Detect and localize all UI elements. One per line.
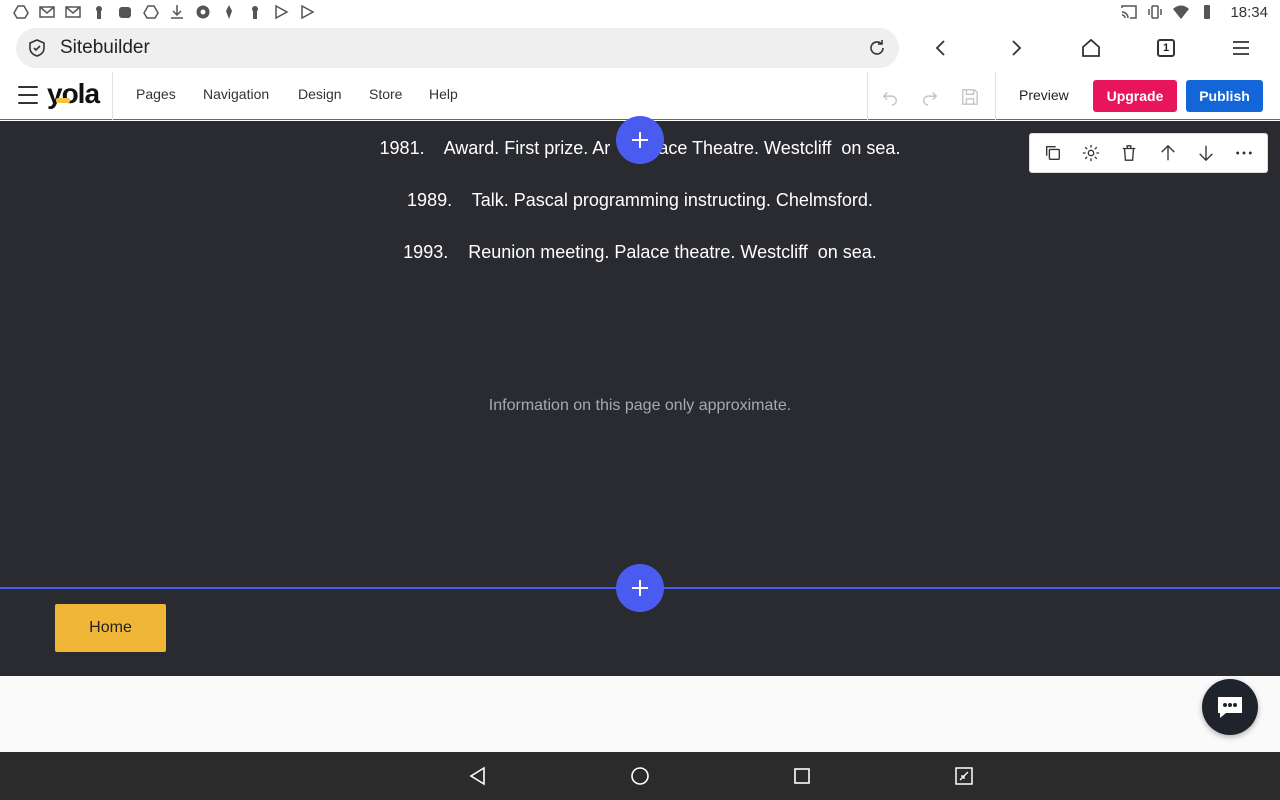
block-toolbar (1029, 133, 1268, 173)
battery-icon (1198, 3, 1216, 21)
event-year: 1981. (379, 138, 425, 158)
address-bar[interactable]: Sitebuilder (16, 28, 899, 68)
page-canvas[interactable]: 1981. Award. First prize. Ar ace Theatre.… (0, 116, 1280, 676)
hamburger-icon[interactable] (18, 86, 38, 104)
chat-icon (1218, 697, 1242, 718)
event-year: 1989. (407, 190, 453, 210)
event-text: Award. First prize. Ar (443, 138, 611, 158)
event-year: 1993. (403, 242, 449, 262)
android-icon (116, 3, 134, 21)
keyhole-icon (90, 3, 108, 21)
add-block-button[interactable] (616, 116, 664, 164)
save-icon[interactable] (959, 86, 981, 108)
more-icon[interactable] (1232, 141, 1256, 165)
status-bar: 18:34 (0, 0, 1280, 24)
gmail-icon (38, 3, 56, 21)
home-circle-icon[interactable] (628, 764, 652, 788)
arrow-down-icon[interactable] (1194, 141, 1218, 165)
gear-icon[interactable] (1079, 141, 1103, 165)
redo-icon[interactable] (919, 86, 941, 108)
clock: 18:34 (1230, 3, 1268, 21)
keyhole-icon (246, 3, 264, 21)
yola-logo[interactable]: yola (47, 78, 100, 110)
editor-toolbar: yola Pages Navigation Design Store Help … (0, 72, 1280, 120)
cast-icon (1120, 3, 1138, 21)
screenshot-icon[interactable] (952, 764, 976, 788)
home-icon[interactable] (1079, 36, 1103, 60)
plus-icon (632, 132, 648, 148)
browser-toolbar: Sitebuilder 1 (0, 24, 1280, 72)
reload-icon[interactable] (865, 36, 889, 60)
wifi-icon (1172, 3, 1190, 21)
publish-button[interactable]: Publish (1186, 80, 1263, 112)
menu-design[interactable]: Design (298, 86, 342, 102)
gmail-icon (64, 3, 82, 21)
menu-navigation[interactable]: Navigation (203, 86, 269, 102)
undo-icon[interactable] (879, 86, 901, 108)
recents-square-icon[interactable] (790, 764, 814, 788)
logo-accent (56, 98, 70, 103)
back-triangle-icon[interactable] (466, 764, 490, 788)
tab-count: 1 (1157, 39, 1175, 57)
browser-menu-icon[interactable] (1229, 36, 1253, 60)
play-store-icon (298, 3, 316, 21)
event-line-1989[interactable]: 1989. Talk. Pascal programming instructi… (0, 190, 1280, 211)
pin-icon (220, 3, 238, 21)
aperture-icon (194, 3, 212, 21)
notification-icons (12, 3, 316, 21)
play-store-icon (272, 3, 290, 21)
menu-pages[interactable]: Pages (136, 86, 176, 102)
add-section-button[interactable] (616, 564, 664, 612)
event-text-continued: ace Theatre. Westcliff on sea. (658, 138, 901, 158)
event-line-1993[interactable]: 1993. Reunion meeting. Palace theatre. W… (0, 242, 1280, 263)
download-icon (168, 3, 186, 21)
duplicate-icon[interactable] (1041, 141, 1065, 165)
menu-help[interactable]: Help (429, 86, 458, 102)
forward-icon[interactable] (1004, 36, 1028, 60)
back-icon[interactable] (929, 36, 953, 60)
preview-button[interactable]: Preview (1019, 87, 1069, 103)
divider (995, 72, 996, 120)
url-title[interactable]: Sitebuilder (60, 37, 865, 59)
logo-text: yola (47, 78, 100, 109)
drive-icon (142, 3, 160, 21)
event-text: Talk. Pascal programming instructing. Ch… (471, 190, 873, 210)
divider (867, 72, 868, 120)
system-navigation-bar (0, 752, 1280, 800)
upgrade-button[interactable]: Upgrade (1093, 80, 1177, 112)
tabs-button[interactable]: 1 (1154, 36, 1178, 60)
vibrate-icon (1146, 3, 1164, 21)
system-icons: 18:34 (1120, 3, 1268, 21)
approximation-note[interactable]: Information on this page only approximat… (0, 397, 1280, 415)
divider (112, 72, 113, 120)
chat-button[interactable] (1202, 679, 1258, 735)
plus-icon (632, 580, 648, 596)
drive-icon (12, 3, 30, 21)
event-text: Reunion meeting. Palace theatre. Westcli… (468, 242, 877, 262)
shield-check-icon[interactable] (26, 37, 48, 59)
arrow-up-icon[interactable] (1156, 141, 1180, 165)
home-button[interactable]: Home (55, 604, 166, 652)
trash-icon[interactable] (1117, 141, 1141, 165)
page-footer-area (0, 676, 1280, 752)
menu-store[interactable]: Store (369, 86, 402, 102)
